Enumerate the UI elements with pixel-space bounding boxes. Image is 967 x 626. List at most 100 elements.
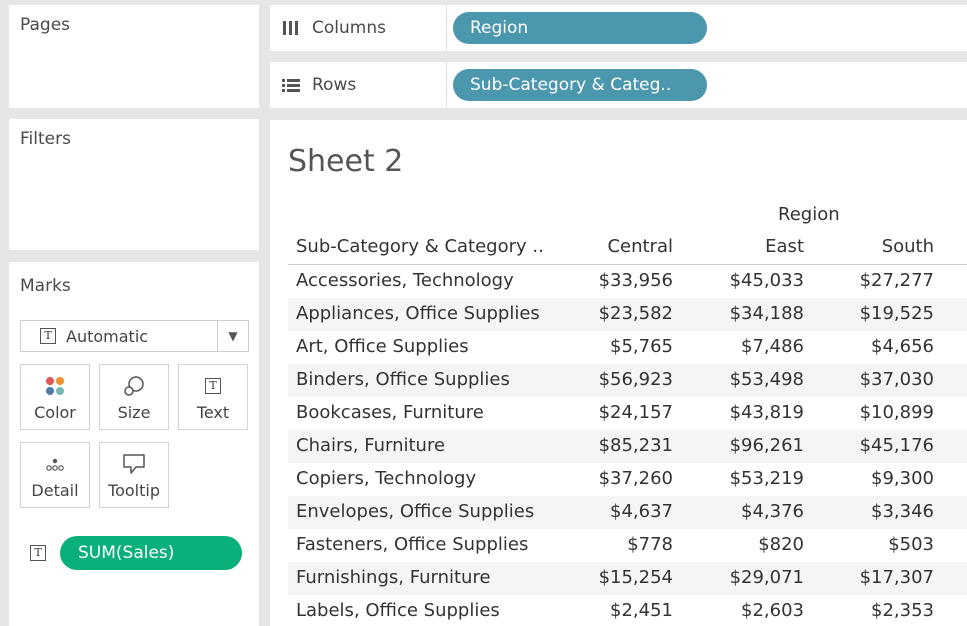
rows-shelf-label-box: Rows [270, 62, 447, 108]
row-label[interactable]: Fasteners, Office Supplies [296, 534, 528, 555]
cell-value[interactable]: $34,188 [730, 303, 804, 324]
column-header-south[interactable]: South [882, 236, 934, 257]
table-row: Bookcases, Furniture $24,157 $43,819 $10… [288, 397, 967, 430]
chevron-down-icon[interactable]: ▼ [217, 321, 248, 351]
row-label[interactable]: Copiers, Technology [296, 468, 476, 489]
row-label[interactable]: Bookcases, Furniture [296, 402, 484, 423]
cell-value[interactable]: $820 [758, 534, 804, 555]
header-row: Sub-Category & Category .. Central East … [288, 232, 967, 264]
row-label[interactable]: Appliances, Office Supplies [296, 303, 540, 324]
table-row: Appliances, Office Supplies $23,582 $34,… [288, 298, 967, 331]
cell-value[interactable]: $37,030 [860, 369, 934, 390]
text-button[interactable]: T Text [178, 364, 248, 430]
cell-value[interactable]: $5,765 [610, 336, 673, 357]
cell-value[interactable]: $56,923 [599, 369, 673, 390]
cell-value[interactable]: $45,033 [730, 270, 804, 291]
detail-button[interactable]: Detail [20, 442, 90, 508]
sheet-view: Sheet 2 Region Sub-Category & Category .… [270, 120, 967, 626]
row-label[interactable]: Furnishings, Furniture [296, 567, 491, 588]
row-label[interactable]: Chairs, Furniture [296, 435, 445, 456]
columns-shelf[interactable]: Columns Region [270, 5, 967, 51]
column-header-central[interactable]: Central [607, 236, 673, 257]
row-label[interactable]: Binders, Office Supplies [296, 369, 510, 390]
tooltip-label: Tooltip [108, 481, 160, 500]
row-field-header[interactable]: Sub-Category & Category .. [296, 236, 544, 257]
tooltip-icon [100, 453, 168, 475]
cell-value[interactable]: $24,157 [599, 402, 673, 423]
cell-value[interactable]: $45,176 [860, 435, 934, 456]
cell-value[interactable]: $2,451 [610, 600, 673, 621]
table-row: Art, Office Supplies $5,765 $7,486 $4,65… [288, 331, 967, 364]
filters-card[interactable]: Filters [9, 119, 259, 250]
filters-title: Filters [20, 129, 71, 149]
cell-value[interactable]: $19,525 [860, 303, 934, 324]
cell-value[interactable]: $37,260 [599, 468, 673, 489]
detail-label: Detail [31, 481, 79, 500]
cell-value[interactable]: $29,071 [730, 567, 804, 588]
cell-value[interactable]: $9,300 [871, 468, 934, 489]
cell-value[interactable]: $17,307 [860, 567, 934, 588]
cell-value[interactable]: $53,498 [730, 369, 804, 390]
pages-card[interactable]: Pages [9, 5, 259, 108]
cell-value[interactable]: $4,376 [741, 501, 804, 522]
cell-value[interactable]: $53,219 [730, 468, 804, 489]
row-label[interactable]: Labels, Office Supplies [296, 600, 500, 621]
marks-card: Marks T Automatic ▼ Color Size T Text De… [9, 262, 259, 626]
region-column-header[interactable]: Region [778, 204, 840, 225]
rows-icon [280, 75, 302, 95]
sub-category-pill[interactable]: Sub-Category & Categ.. [453, 69, 707, 101]
table-row: Fasteners, Office Supplies $778 $820 $50… [288, 529, 967, 562]
cell-value[interactable]: $96,261 [730, 435, 804, 456]
table-row: Envelopes, Office Supplies $4,637 $4,376… [288, 496, 967, 529]
cell-value[interactable]: $2,353 [871, 600, 934, 621]
cell-value[interactable]: $27,277 [860, 270, 934, 291]
text-label: Text [196, 403, 230, 422]
table-row: Labels, Office Supplies $2,451 $2,603 $2… [288, 595, 967, 626]
sum-sales-label: SUM(Sales) [78, 543, 175, 563]
text-encoding-icon[interactable]: T [30, 545, 46, 561]
detail-icon [21, 453, 89, 475]
mark-type-dropdown[interactable]: T Automatic ▼ [20, 320, 249, 352]
row-label[interactable]: Art, Office Supplies [296, 336, 469, 357]
table-row: Chairs, Furniture $85,231 $96,261 $45,17… [288, 430, 967, 463]
cell-value[interactable]: $503 [888, 534, 934, 555]
pages-title: Pages [20, 15, 71, 35]
cell-value[interactable]: $2,603 [741, 600, 804, 621]
row-label[interactable]: Envelopes, Office Supplies [296, 501, 534, 522]
columns-shelf-label-box: Columns [270, 5, 447, 51]
columns-label: Columns [312, 18, 386, 38]
rows-label: Rows [312, 75, 357, 95]
table-row: Copiers, Technology $37,260 $53,219 $9,3… [288, 463, 967, 496]
sub-category-pill-label: Sub-Category & Categ.. [470, 75, 672, 95]
cell-value[interactable]: $778 [627, 534, 673, 555]
size-button[interactable]: Size [99, 364, 169, 430]
cell-value[interactable]: $33,956 [599, 270, 673, 291]
cell-value[interactable]: $10,899 [860, 402, 934, 423]
columns-icon [280, 18, 302, 38]
cell-value[interactable]: $23,582 [599, 303, 673, 324]
region-pill[interactable]: Region [453, 12, 707, 44]
text-icon: T [179, 375, 247, 397]
table-row: Accessories, Technology $33,956 $45,033 … [288, 265, 967, 298]
cell-value[interactable]: $7,486 [741, 336, 804, 357]
region-pill-label: Region [470, 18, 529, 38]
sum-sales-pill[interactable]: SUM(Sales) [60, 536, 242, 570]
tooltip-button[interactable]: Tooltip [99, 442, 169, 508]
cell-value[interactable]: $85,231 [599, 435, 673, 456]
table-row: Binders, Office Supplies $56,923 $53,498… [288, 364, 967, 397]
color-label: Color [34, 403, 76, 422]
color-icon [21, 375, 89, 397]
size-icon [100, 375, 168, 397]
cell-value[interactable]: $43,819 [730, 402, 804, 423]
rows-shelf[interactable]: Rows Sub-Category & Categ.. [270, 62, 967, 108]
sheet-title: Sheet 2 [288, 144, 404, 179]
cell-value[interactable]: $3,346 [871, 501, 934, 522]
mark-type-label: Automatic [66, 326, 149, 346]
cell-value[interactable]: $4,656 [871, 336, 934, 357]
cell-value[interactable]: $15,254 [599, 567, 673, 588]
color-button[interactable]: Color [20, 364, 90, 430]
text-mark-icon: T [40, 328, 56, 344]
cell-value[interactable]: $4,637 [610, 501, 673, 522]
column-header-east[interactable]: East [765, 236, 804, 257]
row-label[interactable]: Accessories, Technology [296, 270, 514, 291]
